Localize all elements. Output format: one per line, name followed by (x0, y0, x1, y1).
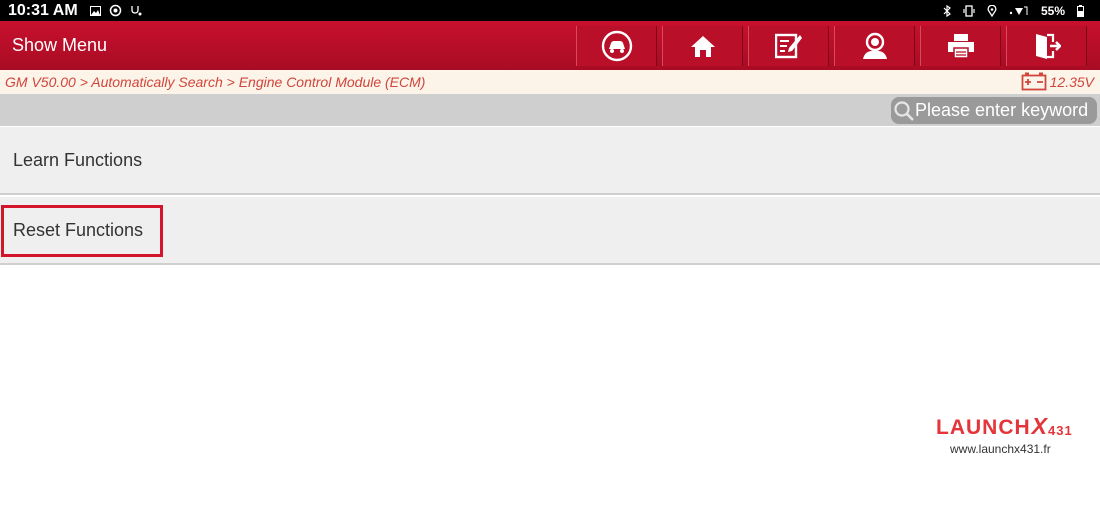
exit-icon (1035, 33, 1061, 59)
status-bar: 10:31 AM 55% (0, 0, 1100, 21)
launch-logo: LAUNCH X 431 (936, 413, 1073, 440)
home-icon (690, 36, 715, 57)
person-icon (862, 32, 887, 59)
logo-x: X (1031, 413, 1048, 439)
battery-voltage: 12.35V (1021, 72, 1094, 91)
logo-brand: LAUNCH (936, 416, 1031, 439)
voltage-value: 12.35V (1049, 73, 1094, 90)
diagnose-button[interactable] (576, 26, 657, 66)
menu-item-label: Learn Functions (13, 149, 143, 170)
edit-icon (774, 33, 802, 59)
printer-icon (947, 34, 974, 59)
selection-highlight (1, 205, 163, 257)
top-toolbar: Show Menu (0, 21, 1100, 70)
watermark: LAUNCH X 431 www.launchx431.fr (936, 413, 1073, 456)
edit-button[interactable] (748, 26, 829, 66)
image-notification-icon (89, 5, 101, 16)
battery-percent: 55% (1040, 3, 1065, 18)
toolbar-buttons (576, 26, 1087, 66)
bluetooth-icon (943, 4, 951, 17)
account-button[interactable] (834, 26, 915, 66)
search-icon (894, 100, 914, 121)
search-input[interactable] (915, 100, 1097, 121)
menu-item-learn-functions[interactable]: Learn Functions (0, 127, 1100, 195)
location-icon (987, 4, 997, 17)
battery-icon (1077, 4, 1084, 17)
breadcrumb-bar: GM V50.00 > Automatically Search > Engin… (0, 70, 1100, 94)
print-button[interactable] (920, 26, 1001, 66)
search-box[interactable] (891, 97, 1097, 124)
home-button[interactable] (662, 26, 743, 66)
breadcrumb: GM V50.00 > Automatically Search > Engin… (5, 74, 426, 90)
watermark-url: www.launchx431.fr (950, 442, 1051, 456)
stethoscope-notification-icon (131, 5, 142, 15)
car-battery-icon (1021, 72, 1047, 91)
wifi-icon (1009, 6, 1028, 15)
car-icon (601, 30, 632, 62)
sync-notification-icon (109, 4, 121, 17)
search-bar (0, 94, 1100, 126)
status-time: 10:31 AM (8, 1, 78, 19)
exit-button[interactable] (1006, 26, 1087, 66)
page-title: Show Menu (12, 35, 108, 55)
vibrate-icon (963, 4, 975, 17)
logo-model-number: 431 (1048, 423, 1073, 438)
menu-item-reset-functions[interactable]: Reset Functions (0, 197, 1100, 265)
